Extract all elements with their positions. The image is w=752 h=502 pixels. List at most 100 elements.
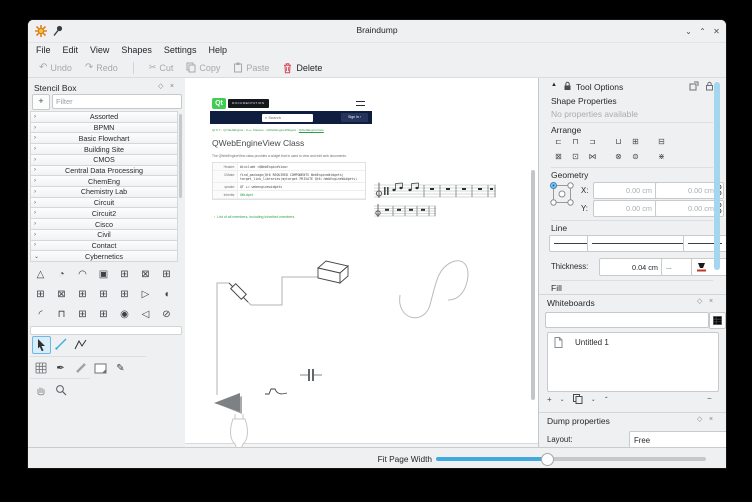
- capacitor-shape[interactable]: [300, 369, 322, 381]
- connector-wire-shape[interactable]: [217, 277, 318, 395]
- cut-button[interactable]: ✂ Cut: [149, 62, 174, 73]
- stencil-shape-11[interactable]: ⊞: [93, 284, 114, 304]
- move-up-icon[interactable]: ⌃: [604, 396, 609, 403]
- float-dock-icon[interactable]: ◇: [158, 83, 163, 91]
- stencil-shape-13[interactable]: ▷: [135, 284, 156, 304]
- move-down-icon[interactable]: ⌄: [591, 396, 596, 403]
- distribute-vertical-button[interactable]: ⊡: [568, 151, 583, 164]
- brush-tool-button[interactable]: [72, 360, 89, 376]
- stencil-shape-21[interactable]: ⊘: [156, 304, 177, 324]
- sine-curve-shape[interactable]: [400, 261, 468, 318]
- copy-button[interactable]: Copy: [186, 62, 220, 73]
- grid-tool-button[interactable]: [32, 360, 49, 376]
- zoom-slider-handle[interactable]: [541, 453, 554, 466]
- align-right-button[interactable]: ⊐: [585, 136, 600, 149]
- stencil-shape-19[interactable]: ◉: [114, 304, 135, 324]
- stencil-shape-12[interactable]: ⊞: [114, 284, 135, 304]
- collapse-triangle-icon[interactable]: ▲: [551, 82, 557, 88]
- undock-icon[interactable]: [689, 81, 699, 91]
- add-whiteboard-button[interactable]: +: [547, 395, 552, 404]
- rotated-component-shape[interactable]: [229, 283, 248, 302]
- stencil-shape-4[interactable]: ▣: [93, 264, 114, 284]
- whiteboard-list-item[interactable]: Untitled 1: [548, 333, 718, 348]
- stencil-shape-20[interactable]: ◁: [135, 304, 156, 324]
- chevron-down-icon[interactable]: ⌄: [560, 396, 565, 403]
- y-position-spinbox[interactable]: 0.00 cm ⌃⌄: [593, 200, 662, 217]
- menu-file[interactable]: File: [36, 45, 51, 55]
- stencil-shape-3[interactable]: ◠: [72, 264, 93, 284]
- anchor-selector[interactable]: [549, 181, 576, 208]
- menu-shapes[interactable]: Shapes: [121, 45, 152, 55]
- paste-button[interactable]: Paste: [233, 62, 269, 73]
- stencil-shape-15[interactable]: ◜: [30, 304, 51, 324]
- close-dock-icon[interactable]: ×: [709, 298, 713, 306]
- menu-view[interactable]: View: [90, 45, 109, 55]
- close-icon[interactable]: ✕: [710, 25, 723, 38]
- remove-whiteboard-button[interactable]: −: [707, 394, 712, 403]
- stencil-category[interactable]: ⌄Cybernetics: [30, 250, 178, 262]
- select-tool-button[interactable]: [32, 336, 51, 354]
- float-dock-icon[interactable]: ◇: [697, 416, 702, 424]
- zoom-slider-track[interactable]: [436, 457, 706, 461]
- stencil-filter-input[interactable]: [52, 94, 182, 109]
- whiteboard-name-input[interactable]: [545, 312, 709, 328]
- line-tool-button[interactable]: [52, 336, 69, 352]
- tool-options-title: Tool Options: [576, 82, 623, 92]
- stencil-shape-17[interactable]: ⊞: [72, 304, 93, 324]
- stencil-shape-2[interactable]: ◔: [51, 264, 72, 284]
- stencil-shape-16[interactable]: ⊓: [51, 304, 72, 324]
- line-style-combo[interactable]: [587, 235, 696, 252]
- stencil-shape-14[interactable]: ◖: [156, 284, 177, 304]
- ungroup-shapes-button[interactable]: ⊗: [611, 151, 626, 164]
- pan-tool-button[interactable]: [32, 382, 49, 398]
- stencil-shape-5[interactable]: ⊞: [114, 264, 135, 284]
- maximize-icon[interactable]: ⌃: [696, 25, 709, 38]
- iso-box-shape[interactable]: [318, 261, 348, 283]
- stencil-shape-1[interactable]: △: [30, 264, 51, 284]
- undo-button[interactable]: ↶ Undo: [39, 62, 72, 73]
- float-dock-icon[interactable]: ◇: [697, 298, 702, 306]
- redo-button[interactable]: ↷ Redo: [85, 62, 118, 73]
- send-backward-button[interactable]: ⋇: [654, 151, 669, 164]
- distribute-horizontal-button[interactable]: ⊠: [551, 151, 566, 164]
- duplicate-icon[interactable]: [573, 394, 583, 404]
- stencil-shape-9[interactable]: ⊠: [51, 284, 72, 304]
- align-left-button[interactable]: ⊏: [551, 136, 566, 149]
- switch-shape[interactable]: [265, 389, 287, 394]
- stencil-shape-8[interactable]: ⊞: [30, 284, 51, 304]
- minimize-icon[interactable]: ⌄: [682, 25, 695, 38]
- stencil-shape-10[interactable]: ⊞: [72, 284, 93, 304]
- whiteboard-view-button[interactable]: [709, 312, 726, 329]
- stencil-shape-18[interactable]: ⊞: [93, 304, 114, 324]
- menu-edit[interactable]: Edit: [63, 45, 79, 55]
- align-center-horizontal-button[interactable]: ⊓: [568, 136, 583, 149]
- title-bar[interactable]: Braindump ⌄ ⌃ ✕: [28, 20, 726, 43]
- lock-panel-icon[interactable]: [705, 81, 714, 91]
- align-top-button[interactable]: ⊔: [611, 136, 626, 149]
- close-dock-icon[interactable]: ×: [170, 83, 174, 91]
- line-color-button[interactable]: [691, 258, 726, 276]
- x-position-spinbox[interactable]: 0.00 cm ⌃⌄: [593, 182, 662, 199]
- stencil-shape-7[interactable]: ⊞: [156, 264, 177, 284]
- menu-settings[interactable]: Settings: [164, 45, 197, 55]
- flask-shape[interactable]: [231, 414, 248, 447]
- stencil-list-scrollbar[interactable]: [179, 114, 182, 198]
- stencil-shape-6[interactable]: ⊠: [135, 264, 156, 284]
- hand-icon: [35, 384, 47, 396]
- zoom-tool-button[interactable]: [52, 382, 69, 398]
- calligraphy-tool-button[interactable]: ✒: [52, 360, 69, 376]
- frame-tool-button[interactable]: [92, 360, 109, 376]
- delete-button[interactable]: Delete: [282, 62, 322, 74]
- thickness-spinbox[interactable]: 0.04 cm ⌃⌄: [599, 258, 668, 276]
- group-shapes-button[interactable]: ⋈: [585, 151, 600, 164]
- tool-options-scrollbar[interactable]: [714, 82, 720, 270]
- close-dock-icon[interactable]: ×: [709, 416, 713, 424]
- bring-forward-button[interactable]: ⊜: [628, 151, 643, 164]
- pencil-tool-button[interactable]: ✎: [112, 360, 129, 376]
- speaker-triangle-shape[interactable]: [214, 393, 242, 414]
- menu-help[interactable]: Help: [208, 45, 227, 55]
- align-center-vertical-button[interactable]: ⊞: [628, 136, 643, 149]
- polyline-tool-button[interactable]: [72, 336, 89, 352]
- align-bottom-button[interactable]: ⊟: [654, 136, 669, 149]
- add-stencil-button[interactable]: +: [32, 94, 50, 110]
